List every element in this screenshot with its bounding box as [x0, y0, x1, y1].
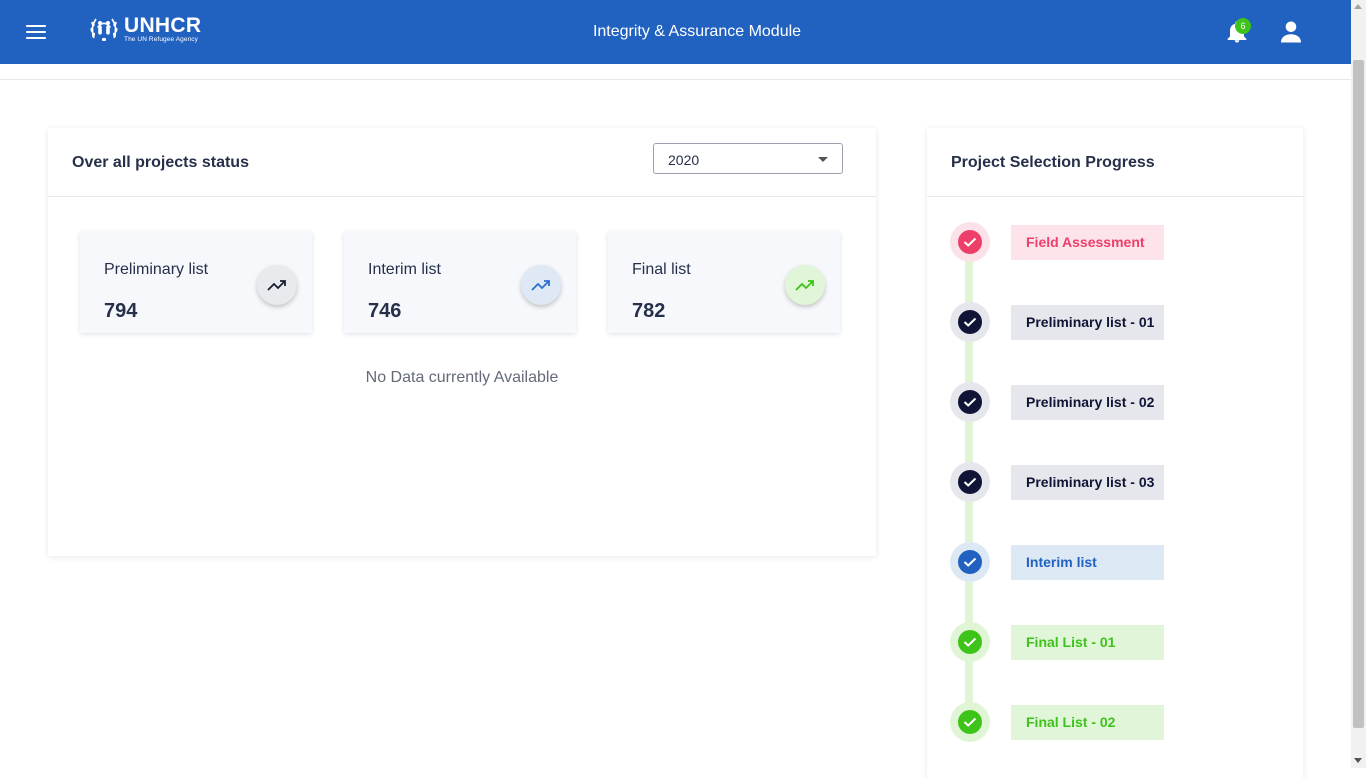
- check-icon: [958, 310, 982, 334]
- step-marker-field-assessment: [950, 222, 990, 262]
- stat-label: Interim list: [368, 261, 441, 278]
- subheader-divider: [0, 79, 1351, 80]
- trending-up-icon: [785, 265, 825, 305]
- overall-status-card: Over all projects status 2020 Preliminar…: [48, 128, 876, 556]
- card-title: Over all projects status: [72, 154, 249, 171]
- empty-state-message: No Data currently Available: [365, 369, 559, 386]
- step-preliminary-list-03[interactable]: Preliminary list - 03: [1011, 465, 1164, 500]
- check-icon: [958, 230, 982, 254]
- stat-card-interim: Interim list 746: [344, 232, 576, 333]
- stat-value: 794: [104, 300, 138, 322]
- step-final-list-02[interactable]: Final List - 02: [1011, 705, 1164, 740]
- page-title: Integrity & Assurance Module: [592, 23, 802, 40]
- step-marker-final-01: [950, 622, 990, 662]
- scroll-up-arrow-icon[interactable]: [1354, 4, 1362, 9]
- check-icon: [958, 710, 982, 734]
- check-icon: [958, 390, 982, 414]
- check-icon: [958, 630, 982, 654]
- step-marker-preliminary-02: [950, 382, 990, 422]
- scroll-down-arrow-icon[interactable]: [1354, 758, 1362, 763]
- dropdown-caret-icon: [818, 157, 828, 162]
- card-title: Project Selection Progress: [951, 154, 1155, 171]
- stat-value: 746: [368, 300, 402, 322]
- stat-value: 782: [632, 300, 666, 322]
- step-marker-interim: [950, 542, 990, 582]
- project-selection-progress-card: Project Selection Progress Field Assessm…: [927, 128, 1303, 778]
- year-select-value: 2020: [668, 152, 700, 168]
- scrollbar-thumb[interactable]: [1353, 60, 1364, 728]
- check-icon: [958, 550, 982, 574]
- card-header: Project Selection Progress: [927, 128, 1303, 197]
- step-marker-preliminary-01: [950, 302, 990, 342]
- top-app-bar: UNHCR The UN Refugee Agency Integrity & …: [0, 0, 1351, 64]
- user-icon[interactable]: [1281, 21, 1301, 43]
- trending-up-icon: [521, 265, 561, 305]
- check-icon: [958, 470, 982, 494]
- step-preliminary-list-02[interactable]: Preliminary list - 02: [1011, 385, 1164, 420]
- notification-badge: 6: [1235, 18, 1251, 34]
- stat-label: Final list: [632, 261, 691, 278]
- stat-card-final: Final list 782: [608, 232, 840, 333]
- year-select[interactable]: 2020: [653, 143, 843, 174]
- card-header: Over all projects status 2020: [48, 128, 876, 197]
- step-preliminary-list-01[interactable]: Preliminary list - 01: [1011, 305, 1164, 340]
- stat-card-preliminary: Preliminary list 794: [80, 232, 312, 333]
- trending-up-icon: [257, 265, 297, 305]
- step-field-assessment[interactable]: Field Assessment: [1011, 225, 1164, 260]
- step-interim-list[interactable]: Interim list: [1011, 545, 1164, 580]
- step-marker-preliminary-03: [950, 462, 990, 502]
- step-marker-final-02: [950, 702, 990, 742]
- stat-label: Preliminary list: [104, 261, 209, 278]
- step-final-list-01[interactable]: Final List - 01: [1011, 625, 1164, 660]
